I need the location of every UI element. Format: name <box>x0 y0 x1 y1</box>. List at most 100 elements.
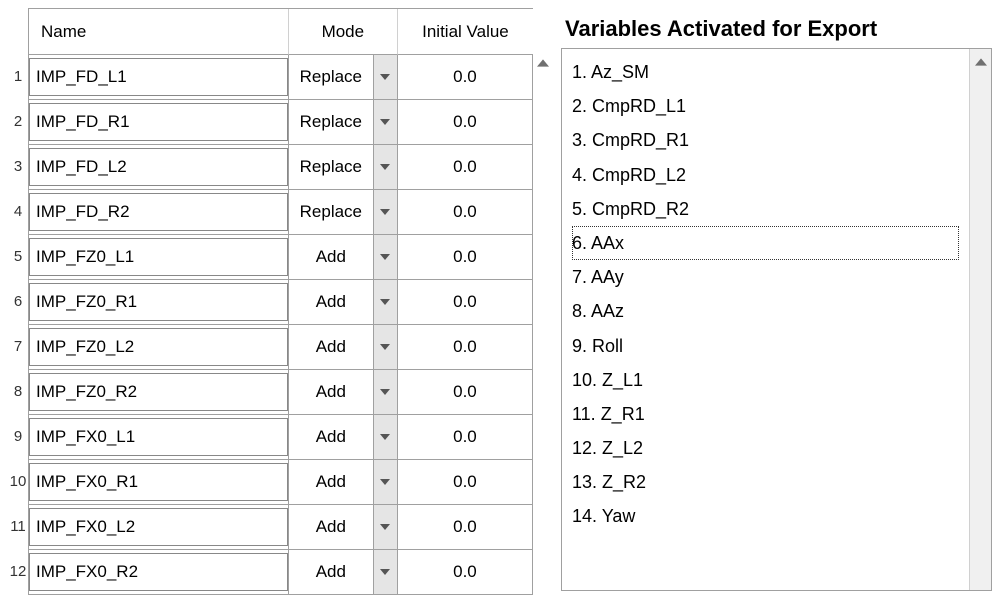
name-input[interactable]: IMP_FZ0_R2 <box>29 373 288 411</box>
name-input[interactable]: IMP_FX0_L1 <box>29 418 288 456</box>
name-cell[interactable]: IMP_FD_R2 <box>29 190 289 235</box>
table-row: IMP_FX0_R2Add 0.0 <box>29 550 533 595</box>
name-cell[interactable]: IMP_FZ0_L2 <box>29 325 289 370</box>
row-number: 8 <box>8 369 28 414</box>
name-input[interactable]: IMP_FD_R2 <box>29 193 288 231</box>
name-cell[interactable]: IMP_FD_R1 <box>29 100 289 145</box>
initial-value-cell[interactable]: 0.0 <box>398 415 533 460</box>
name-cell[interactable]: IMP_FD_L2 <box>29 145 289 190</box>
mode-dropdown-button[interactable] <box>373 280 397 324</box>
initial-value-cell[interactable]: 0.0 <box>398 145 533 190</box>
mode-dropdown-button[interactable] <box>373 145 397 189</box>
name-input[interactable]: IMP_FZ0_R1 <box>29 283 288 321</box>
table-row: IMP_FD_R2Replace 0.0 <box>29 190 533 235</box>
mode-value[interactable]: Add <box>289 460 373 504</box>
name-input[interactable]: IMP_FD_L2 <box>29 148 288 186</box>
mode-value[interactable]: Add <box>289 415 373 459</box>
mode-cell: Replace <box>289 100 398 145</box>
list-item[interactable]: 13. Z_R2 <box>572 465 959 499</box>
name-cell[interactable]: IMP_FD_L1 <box>29 55 289 100</box>
table-row: IMP_FX0_R1Add 0.0 <box>29 460 533 505</box>
table-row: IMP_FZ0_L2Add 0.0 <box>29 325 533 370</box>
mode-dropdown-button[interactable] <box>373 550 397 594</box>
col-header-name[interactable]: Name <box>29 9 289 55</box>
mode-dropdown-button[interactable] <box>373 415 397 459</box>
name-cell[interactable]: IMP_FZ0_R1 <box>29 280 289 325</box>
mode-dropdown-button[interactable] <box>373 100 397 144</box>
row-number: 11 <box>8 504 28 549</box>
row-number: 3 <box>8 144 28 189</box>
mode-value[interactable]: Add <box>289 550 373 594</box>
initial-value-cell[interactable]: 0.0 <box>398 55 533 100</box>
initial-value-cell[interactable]: 0.0 <box>398 235 533 280</box>
initial-value-cell[interactable]: 0.0 <box>398 550 533 595</box>
row-number: 12 <box>8 549 28 594</box>
mode-dropdown-button[interactable] <box>373 505 397 549</box>
name-input[interactable]: IMP_FZ0_L2 <box>29 328 288 366</box>
mode-cell: Replace <box>289 55 398 100</box>
table-row: IMP_FZ0_L1Add 0.0 <box>29 235 533 280</box>
import-variables-panel: · 123456789101112 Name Mode Initial Valu… <box>8 8 553 591</box>
table-row: IMP_FX0_L1Add 0.0 <box>29 415 533 460</box>
list-item[interactable]: 9. Roll <box>572 329 959 363</box>
list-item[interactable]: 14. Yaw <box>572 499 959 533</box>
mode-dropdown-button[interactable] <box>373 235 397 279</box>
list-item[interactable]: 6. AAx <box>572 226 959 260</box>
col-header-initial-value[interactable]: Initial Value <box>398 9 533 55</box>
name-input[interactable]: IMP_FZ0_L1 <box>29 238 288 276</box>
name-input[interactable]: IMP_FD_R1 <box>29 103 288 141</box>
name-cell[interactable]: IMP_FX0_L1 <box>29 415 289 460</box>
mode-value[interactable]: Add <box>289 280 373 324</box>
initial-value-cell[interactable]: 0.0 <box>398 505 533 550</box>
list-item[interactable]: 7. AAy <box>572 260 959 294</box>
mode-dropdown-button[interactable] <box>373 370 397 414</box>
list-item[interactable]: 11. Z_R1 <box>572 397 959 431</box>
name-cell[interactable]: IMP_FZ0_R2 <box>29 370 289 415</box>
mode-cell: Add <box>289 550 398 595</box>
row-number: 4 <box>8 189 28 234</box>
export-variables-list[interactable]: 1. Az_SM2. CmpRD_L13. CmpRD_R14. CmpRD_L… <box>562 49 969 590</box>
mode-dropdown-button[interactable] <box>373 190 397 234</box>
list-item[interactable]: 1. Az_SM <box>572 55 959 89</box>
initial-value-cell[interactable]: 0.0 <box>398 325 533 370</box>
mode-dropdown-button[interactable] <box>373 55 397 99</box>
row-number: 5 <box>8 234 28 279</box>
list-item[interactable]: 12. Z_L2 <box>572 431 959 465</box>
mode-value[interactable]: Add <box>289 505 373 549</box>
name-input[interactable]: IMP_FX0_R1 <box>29 463 288 501</box>
name-input[interactable]: IMP_FX0_R2 <box>29 553 288 591</box>
mode-value[interactable]: Replace <box>289 190 373 234</box>
list-item[interactable]: 5. CmpRD_R2 <box>572 192 959 226</box>
list-item[interactable]: 10. Z_L1 <box>572 363 959 397</box>
mode-value[interactable]: Add <box>289 325 373 369</box>
name-cell[interactable]: IMP_FX0_R1 <box>29 460 289 505</box>
initial-value-cell[interactable]: 0.0 <box>398 370 533 415</box>
initial-value-cell[interactable]: 0.0 <box>398 460 533 505</box>
name-input[interactable]: IMP_FX0_L2 <box>29 508 288 546</box>
mode-value[interactable]: Add <box>289 235 373 279</box>
list-item[interactable]: 8. AAz <box>572 294 959 328</box>
initial-value-cell[interactable]: 0.0 <box>398 100 533 145</box>
list-item[interactable]: 3. CmpRD_R1 <box>572 123 959 157</box>
col-header-mode[interactable]: Mode <box>289 9 398 55</box>
mode-value[interactable]: Add <box>289 370 373 414</box>
list-item[interactable]: 4. CmpRD_L2 <box>572 158 959 192</box>
initial-value-cell[interactable]: 0.0 <box>398 280 533 325</box>
name-input[interactable]: IMP_FD_L1 <box>29 58 288 96</box>
initial-value-cell[interactable]: 0.0 <box>398 190 533 235</box>
list-item[interactable]: 2. CmpRD_L1 <box>572 89 959 123</box>
mode-dropdown-button[interactable] <box>373 325 397 369</box>
mode-value[interactable]: Replace <box>289 100 373 144</box>
mode-value[interactable]: Replace <box>289 55 373 99</box>
name-cell[interactable]: IMP_FZ0_L1 <box>29 235 289 280</box>
table-row: IMP_FD_L1Replace 0.0 <box>29 55 533 100</box>
table-row: IMP_FX0_L2Add 0.0 <box>29 505 533 550</box>
export-scroll-up-button[interactable] <box>969 49 991 590</box>
mode-cell: Add <box>289 370 398 415</box>
name-cell[interactable]: IMP_FX0_R2 <box>29 550 289 595</box>
table-scroll-up-button[interactable] <box>533 8 553 595</box>
name-cell[interactable]: IMP_FX0_L2 <box>29 505 289 550</box>
mode-value[interactable]: Replace <box>289 145 373 189</box>
mode-dropdown-button[interactable] <box>373 460 397 504</box>
export-panel-title: Variables Activated for Export <box>561 8 992 48</box>
